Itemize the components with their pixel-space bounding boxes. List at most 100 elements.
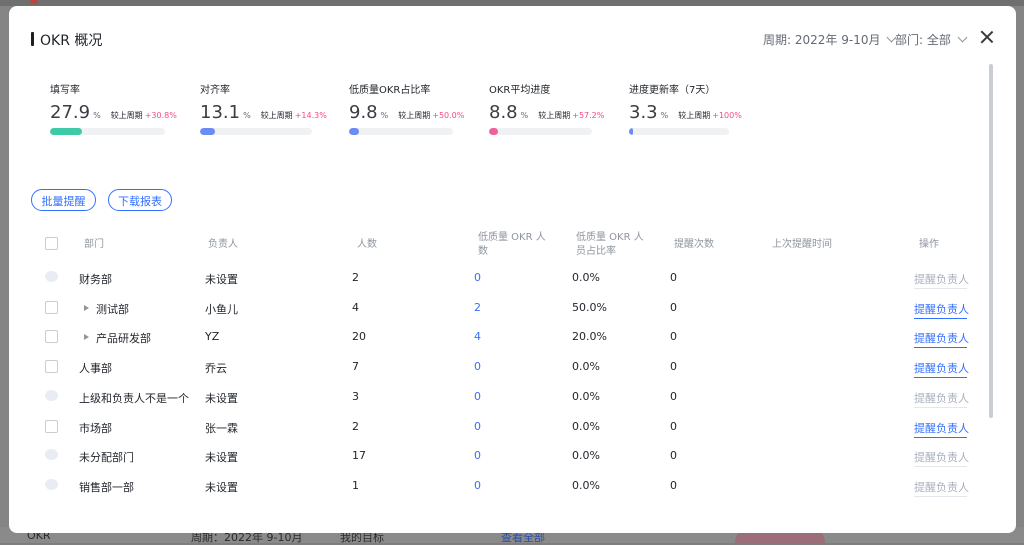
cell-department: 测试部 bbox=[96, 303, 129, 316]
cell-low-okr-count-link[interactable]: 0 bbox=[474, 271, 481, 284]
header-owner: 负责人 bbox=[208, 239, 238, 250]
remind-owner-button[interactable]: 提醒负责人 bbox=[914, 420, 969, 436]
chevron-down-icon bbox=[957, 32, 968, 43]
metric-unit: % bbox=[93, 111, 101, 120]
cell-low-okr-ratio: 0.0% bbox=[572, 479, 600, 492]
metric-value: 27.9 bbox=[50, 102, 91, 123]
modal-scrollbar[interactable] bbox=[989, 64, 993, 418]
cell-low-okr-count-link[interactable]: 0 bbox=[474, 420, 481, 433]
metric-compare-label: 较上周期 bbox=[110, 111, 143, 120]
cell-department: 销售部一部 bbox=[79, 481, 134, 494]
cell-count: 20 bbox=[352, 330, 366, 343]
cell-remind-count: 0 bbox=[670, 271, 677, 284]
download-report-button[interactable]: 下载报表 bbox=[108, 189, 172, 211]
department-value: 全部 bbox=[926, 33, 951, 47]
row-checkbox[interactable] bbox=[45, 330, 58, 343]
period-value: 2022年 9-10月 bbox=[794, 33, 881, 47]
metric-card: 对齐率 13.1% 较上周期 +14.3% bbox=[200, 81, 327, 135]
cell-low-okr-ratio: 50.0% bbox=[572, 301, 607, 314]
row-checkbox bbox=[45, 271, 58, 282]
select-all-checkbox[interactable] bbox=[45, 237, 58, 250]
cell-department: 财务部 bbox=[79, 273, 112, 286]
metric-progress-fill bbox=[489, 128, 498, 135]
action-underline bbox=[914, 407, 967, 408]
metric-change: +14.3% bbox=[294, 111, 327, 120]
metric-change: +30.8% bbox=[144, 111, 177, 120]
metric-value: 9.8 bbox=[349, 102, 378, 123]
row-checkbox bbox=[45, 479, 58, 490]
metric-progress-fill bbox=[200, 128, 215, 135]
cell-owner: 未设置 bbox=[205, 392, 238, 405]
department-filter[interactable]: 部门: 全部 bbox=[895, 31, 968, 48]
header-last-remind-time: 上次提醒时间 bbox=[772, 239, 832, 250]
cell-low-okr-count-link[interactable]: 0 bbox=[474, 479, 481, 492]
cell-low-okr-count-link[interactable]: 0 bbox=[474, 449, 481, 462]
metric-unit: % bbox=[243, 111, 251, 120]
cell-count: 7 bbox=[352, 360, 359, 373]
cell-count: 2 bbox=[352, 420, 359, 433]
remind-owner-button[interactable]: 提醒负责人 bbox=[914, 449, 969, 465]
remind-owner-button[interactable]: 提醒负责人 bbox=[914, 479, 969, 495]
metric-value: 3.3 bbox=[629, 102, 658, 123]
cell-low-okr-count-link[interactable]: 4 bbox=[474, 330, 481, 343]
cell-remind-count: 0 bbox=[670, 330, 677, 343]
header-remind-count: 提醒次数 bbox=[674, 239, 714, 250]
metric-card: 低质量OKR占比率 9.8% 较上周期 +50.0% bbox=[349, 81, 469, 135]
action-underline bbox=[914, 496, 967, 497]
header-low-ratio-line1: 低质量 OKR 人 bbox=[576, 232, 644, 243]
remind-owner-button[interactable]: 提醒负责人 bbox=[914, 390, 969, 406]
metric-label: 对齐率 bbox=[200, 85, 230, 96]
title-accent-bar bbox=[31, 32, 34, 46]
cell-owner: 未设置 bbox=[205, 451, 238, 464]
period-filter[interactable]: 周期: 2022年 9-10月 bbox=[763, 31, 897, 48]
okr-overview-modal: OKR 概况 周期: 2022年 9-10月 部门: 全部 填写率 27.9% 较上… bbox=[9, 6, 1016, 533]
action-underline bbox=[914, 347, 967, 348]
cell-remind-count: 0 bbox=[670, 420, 677, 433]
header-low-quality-okr-count: 低质量 OKR 人 数 bbox=[478, 231, 546, 259]
cell-count: 3 bbox=[352, 390, 359, 403]
header-department: 部门 bbox=[84, 239, 104, 250]
cell-department: 人事部 bbox=[79, 362, 112, 375]
expand-caret-icon[interactable] bbox=[84, 305, 89, 311]
header-action: 操作 bbox=[919, 239, 939, 250]
action-underline bbox=[914, 466, 967, 467]
remind-owner-button[interactable]: 提醒负责人 bbox=[914, 301, 969, 317]
remind-owner-button[interactable]: 提醒负责人 bbox=[914, 360, 969, 376]
cell-low-okr-count-link[interactable]: 0 bbox=[474, 390, 481, 403]
header-count: 人数 bbox=[357, 239, 377, 250]
row-checkbox[interactable] bbox=[45, 301, 58, 314]
metric-unit: % bbox=[520, 111, 529, 120]
metric-value: 8.8 bbox=[489, 102, 518, 123]
cell-owner: 未设置 bbox=[205, 481, 238, 494]
remind-owner-button[interactable]: 提醒负责人 bbox=[914, 330, 969, 346]
cell-low-okr-ratio: 0.0% bbox=[572, 449, 600, 462]
expand-caret-icon[interactable] bbox=[84, 334, 89, 340]
action-underline bbox=[914, 318, 967, 319]
cell-department: 产品研发部 bbox=[96, 332, 151, 345]
metric-unit: % bbox=[660, 111, 669, 120]
cell-remind-count: 0 bbox=[670, 390, 677, 403]
metric-compare-label: 较上周期 bbox=[678, 111, 711, 120]
background-red-dot bbox=[30, 0, 38, 4]
row-checkbox[interactable] bbox=[45, 420, 58, 433]
cell-low-okr-ratio: 0.0% bbox=[572, 271, 600, 284]
metric-change: +57.2% bbox=[572, 111, 605, 120]
metric-card: OKR平均进度 8.8% 较上周期 +57.2% bbox=[489, 81, 609, 135]
remind-owner-button[interactable]: 提醒负责人 bbox=[914, 271, 969, 287]
metric-label: 填写率 bbox=[50, 85, 80, 96]
modal-title: OKR 概况 bbox=[40, 33, 103, 49]
metric-compare-label: 较上周期 bbox=[538, 111, 571, 120]
cell-low-okr-count-link[interactable]: 2 bbox=[474, 301, 481, 314]
row-checkbox[interactable] bbox=[45, 360, 58, 373]
cell-low-okr-count-link[interactable]: 0 bbox=[474, 360, 481, 373]
close-icon[interactable] bbox=[979, 29, 995, 45]
metric-compare-label: 较上周期 bbox=[398, 111, 431, 120]
metric-card: 进度更新率（7天） 3.3% 较上周期 +100% bbox=[629, 81, 749, 135]
metric-unit: % bbox=[380, 111, 389, 120]
metric-progress-fill bbox=[629, 128, 633, 135]
cell-count: 1 bbox=[352, 479, 359, 492]
metric-progress-track bbox=[50, 128, 165, 135]
batch-remind-button[interactable]: 批量提醒 bbox=[31, 189, 96, 211]
metric-value: 13.1 bbox=[200, 102, 241, 123]
header-low-okr-line2: 数 bbox=[478, 246, 488, 257]
